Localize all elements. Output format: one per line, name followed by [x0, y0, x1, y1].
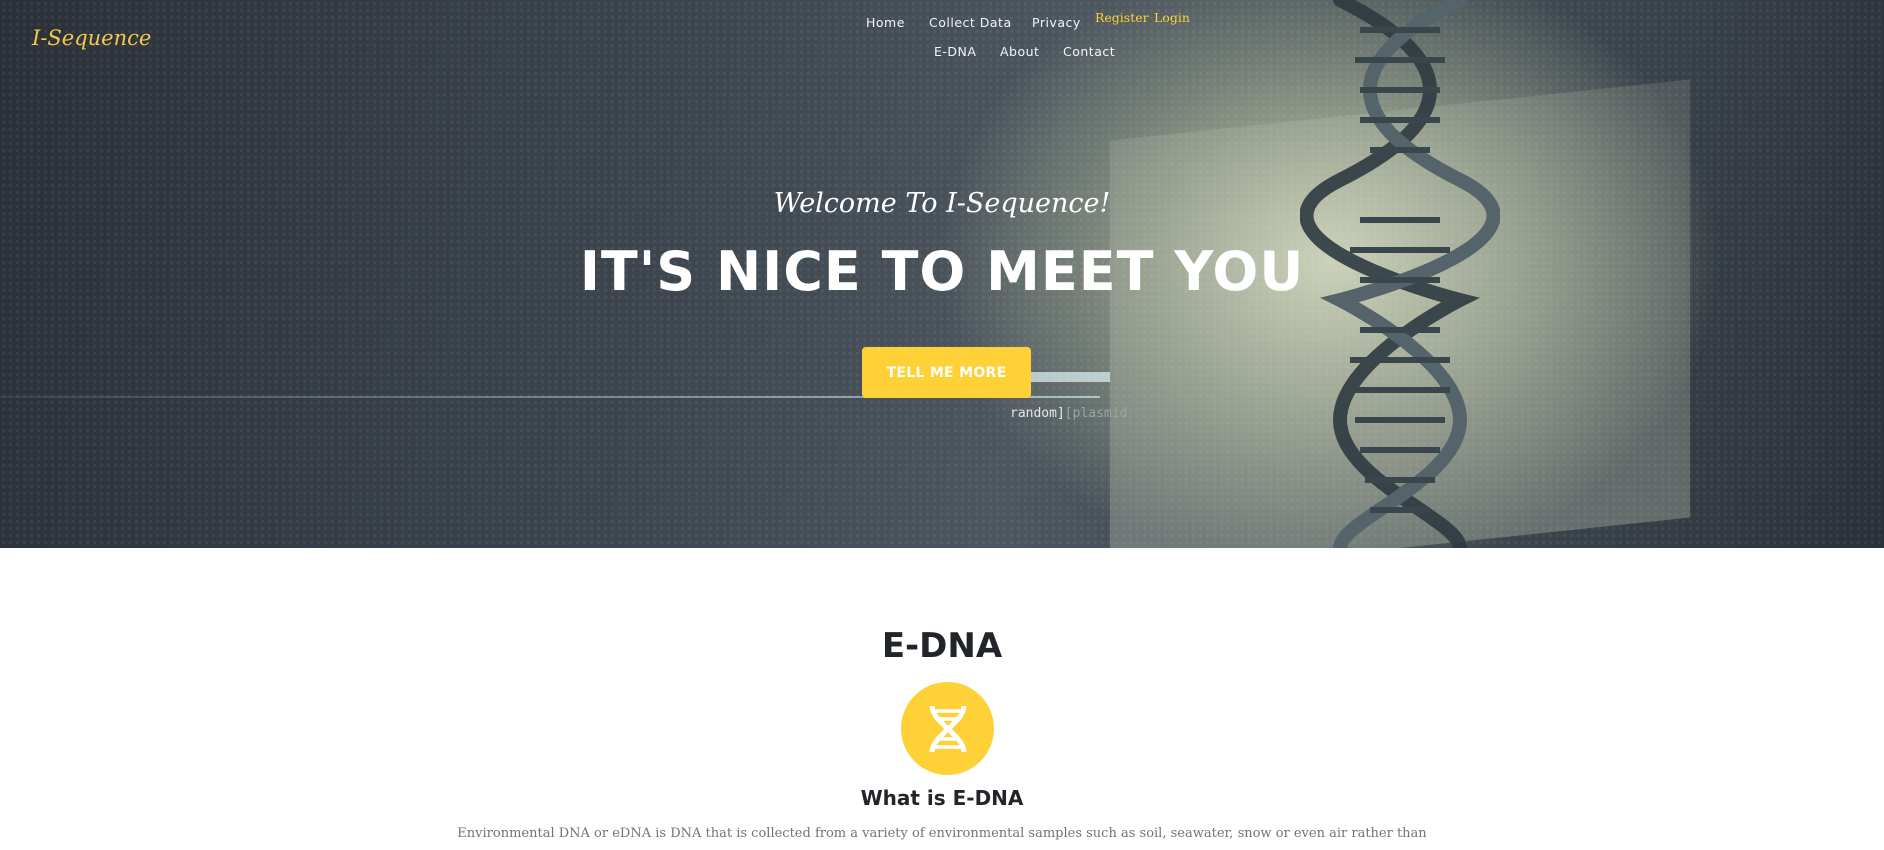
section-subtitle: What is E-DNA [860, 786, 1024, 810]
nav-login[interactable]: Login [1154, 10, 1190, 25]
hero-background-caption: random][plasmid [1010, 406, 1127, 421]
nav-collect-data[interactable]: Collect Data [929, 15, 1012, 30]
hero-light-streak [1030, 372, 1110, 382]
caption-part: random] [1010, 406, 1065, 421]
nav-e-dna[interactable]: E-DNA [934, 44, 976, 59]
section-title: E-DNA [881, 626, 1003, 666]
dna-icon-circle [901, 682, 994, 775]
caption-part: [plasmid [1064, 406, 1128, 421]
nav-contact[interactable]: Contact [1063, 44, 1115, 59]
nav-privacy[interactable]: Privacy [1032, 15, 1081, 30]
hero-heading: IT'S NICE TO MEET YOU [579, 240, 1305, 303]
hero-section: I-Sequence Home Collect Data Privacy Reg… [0, 0, 1884, 548]
nav-register[interactable]: Register [1095, 10, 1149, 25]
nav-home[interactable]: Home [866, 15, 905, 30]
nav-about[interactable]: About [1000, 44, 1039, 59]
hero-subheading: Welcome To I-Sequence! [773, 188, 1111, 219]
brand-logo[interactable]: I-Sequence [32, 26, 151, 50]
section-text: Environmental DNA or eDNA is DNA that is… [457, 826, 1427, 841]
tell-me-more-button[interactable]: TELL ME MORE [862, 347, 1031, 398]
dna-icon [929, 705, 966, 752]
